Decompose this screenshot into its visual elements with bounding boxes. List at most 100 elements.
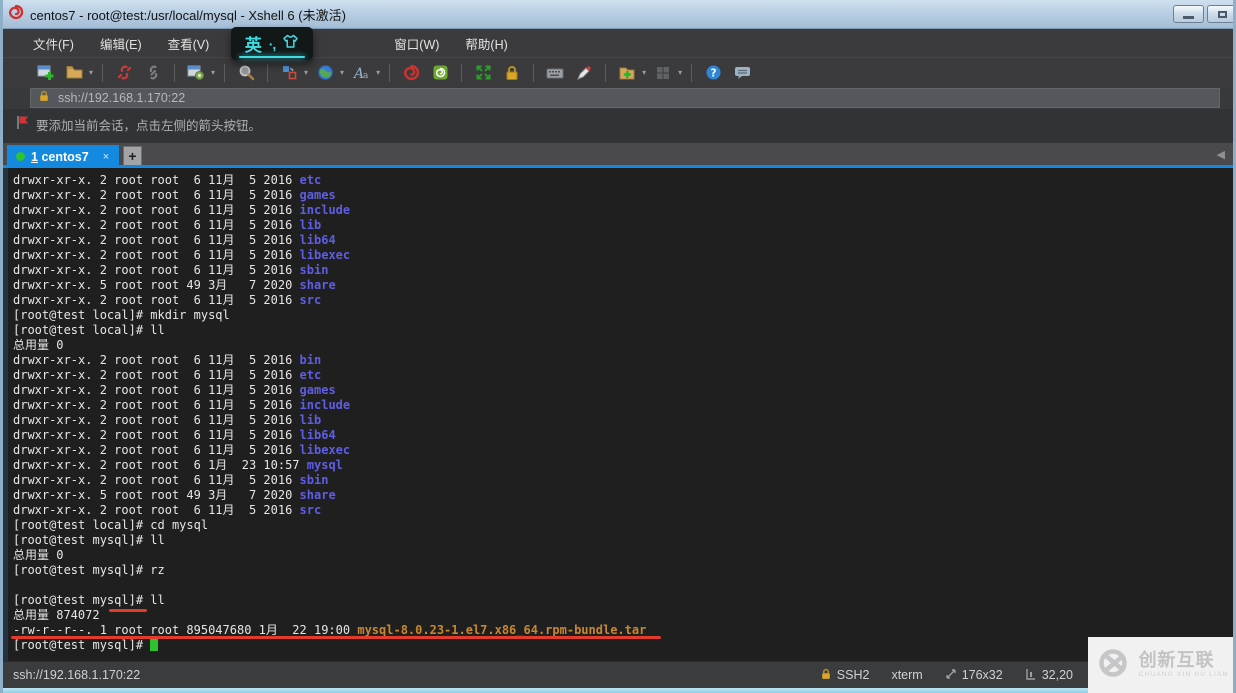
toolbar-separator [461,63,463,82]
terminal-line: drwxr-xr-x. 2 root root 6 11月 5 2016 sbi… [13,263,329,277]
terminal-cursor [150,638,159,651]
terminal-line: 总用量 0 [13,548,64,562]
terminal-line: drwxr-xr-x. 2 root root 6 11月 5 2016 lib [13,218,322,232]
new-session-icon[interactable] [33,61,57,85]
web-browser-icon[interactable] [313,61,337,85]
terminal-line: drwxr-xr-x. 2 root root 6 11月 5 2016 src [13,503,322,517]
ime-status-popup[interactable]: 英 ·, [231,27,313,60]
terminal-line: drwxr-xr-x. 2 root root 6 11月 5 2016 etc [13,368,322,382]
session-properties-icon[interactable] [184,61,208,85]
xshell-icon[interactable] [399,61,423,85]
open-folder-caret[interactable]: ▾ [89,68,93,77]
virtual-keyboard-icon[interactable] [543,61,567,85]
address-bar: ssh://192.168.1.170:22 [3,87,1233,193]
red-underline-annotation [11,636,661,639]
help-icon[interactable]: ? [701,61,725,85]
web-browser-caret[interactable]: ▾ [340,68,344,77]
font-icon[interactable]: Aa [349,61,373,85]
terminal-line: drwxr-xr-x. 2 root root 6 1月 23 10:57 my… [13,458,343,472]
red-underline-annotation [109,609,147,612]
ime-skin-shirt-icon [282,34,299,54]
toolbar-separator [389,63,391,82]
menu-help[interactable]: 帮助(H) [465,34,507,53]
address-url: ssh://192.168.1.170:22 [58,91,186,105]
new-tab-button[interactable]: + [123,146,142,166]
fullscreen-icon[interactable] [471,61,495,85]
compose-bar-icon[interactable] [277,61,301,85]
reconnect-icon[interactable] [141,61,165,85]
terminal-line: drwxr-xr-x. 2 root root 6 11月 5 2016 sbi… [13,473,329,487]
disconnect-icon[interactable] [112,61,136,85]
status-terminal-size: 176x32 [945,668,1003,683]
ime-language-indicator: 英 [244,36,262,55]
tile-layout-icon[interactable] [651,61,675,85]
highlight-icon[interactable] [572,61,596,85]
terminal-line: drwxr-xr-x. 2 root root 6 11月 5 2016 etc [13,173,322,187]
xshell-logo-icon [8,4,24,25]
xshell-window: centos7 - root@test:/usr/local/mysql - X… [0,0,1236,693]
compose-bar-caret[interactable]: ▾ [304,68,308,77]
terminal-line: [root@test mysql]# [13,638,1233,653]
tab-scroll-left-icon[interactable]: ◀ [1217,148,1225,161]
terminal-line: drwxr-xr-x. 5 root root 49 3月 7 2020 sha… [13,488,336,502]
terminal-line: [root@test mysql]# rz [13,563,165,577]
terminal-line: [root@test local]# ll [13,323,165,337]
watermark-en-text: CHUANG XIN HU LIAN [1138,671,1229,679]
terminal-line: drwxr-xr-x. 2 root root 6 11月 5 2016 src [13,293,322,307]
tab-bar: 1 centos7 × + ◀ [3,143,1233,168]
toolbar-separator [224,63,226,82]
toolbar-separator [174,63,176,82]
toolbar-separator [533,63,535,82]
terminal-line: drwxr-xr-x. 2 root root 6 11月 5 2016 inc… [13,398,351,412]
terminal-line: [root@test local]# mkdir mysql [13,308,230,322]
menu-window[interactable]: 窗口(W) [394,34,439,53]
status-lock-icon [820,668,832,683]
menu-file[interactable]: 文件(F) [33,34,74,53]
lock-icon[interactable] [500,61,524,85]
toolbar-separator [267,63,269,82]
watermark-cn-text: 创新互联 [1138,650,1215,671]
toolbar-separator [102,63,104,82]
new-folder-icon[interactable] [615,61,639,85]
svg-text:a: a [363,71,369,81]
status-cursor-position: 32,20 [1025,668,1073,683]
address-field[interactable]: ssh://192.168.1.170:22 [30,88,1220,108]
notice-bar: 要添加当前会话，点击左侧的箭头按钮。 [3,109,1233,143]
terminal-line: drwxr-xr-x. 2 root root 6 11月 5 2016 gam… [13,383,336,397]
terminal-line: drwxr-xr-x. 2 root root 6 11月 5 2016 lib [13,413,322,427]
tab-centos7[interactable]: 1 centos7 × [7,145,119,168]
new-folder-caret[interactable]: ▾ [642,68,646,77]
menu-view[interactable]: 查看(V) [168,34,210,53]
menu-bar: 文件(F) 编辑(E) 查看(V) 工具(T) 窗口(W) 帮助(H) [3,29,1233,80]
maximize-button[interactable] [1207,5,1233,23]
tab-index: 1 [31,149,38,164]
notice-text: 要添加当前会话，点击左侧的箭头按钮。 [36,119,262,133]
feedback-icon[interactable] [730,61,754,85]
toolbar: ▾ ▾ ▾ ▾ Aa ▾ ▾ ▾ ? [3,57,1233,138]
find-icon[interactable] [234,61,258,85]
terminal-line: drwxr-xr-x. 2 root root 6 11月 5 2016 bin [13,353,322,367]
terminal-output[interactable]: drwxr-xr-x. 2 root root 6 11月 5 2016 etc… [3,168,1233,661]
toolbar-separator [605,63,607,82]
svg-text:?: ? [710,68,716,80]
notice-flag-icon [16,115,29,135]
terminal-line: 总用量 874072 [13,608,100,622]
minimize-button[interactable] [1173,5,1204,23]
ime-punctuation-icon: ·, [268,35,277,52]
status-terminal-type: xterm [891,668,923,682]
open-folder-icon[interactable] [62,61,86,85]
session-properties-caret[interactable]: ▾ [211,68,215,77]
terminal-line: drwxr-xr-x. 2 root root 6 11月 5 2016 inc… [13,203,351,217]
xftp-icon[interactable] [428,61,452,85]
terminal-line: 总用量 0 [13,338,64,352]
resize-icon [945,668,957,683]
tab-close-icon[interactable]: × [103,151,109,163]
terminal-line: drwxr-xr-x. 2 root root 6 11月 5 2016 gam… [13,188,336,202]
terminal-line: drwxr-xr-x. 2 root root 6 11月 5 2016 lib… [13,428,336,442]
tile-layout-caret[interactable]: ▾ [678,68,682,77]
menu-edit[interactable]: 编辑(E) [100,34,142,53]
title-bar: centos7 - root@test:/usr/local/mysql - X… [3,0,1233,29]
address-lock-icon [38,89,50,107]
status-encryption: SSH2 [820,668,869,683]
font-caret[interactable]: ▾ [376,68,380,77]
